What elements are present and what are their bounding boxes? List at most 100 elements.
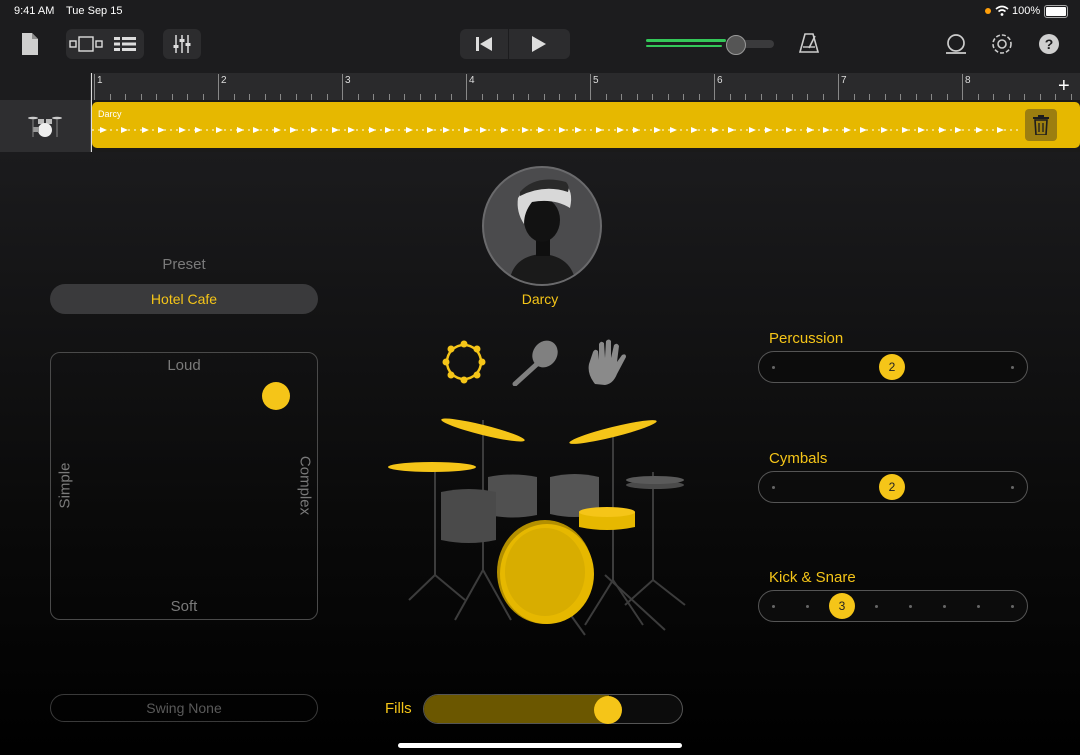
swing-button[interactable]: Swing None (50, 694, 318, 722)
mixer-icon[interactable] (163, 29, 201, 59)
region-hit (464, 127, 471, 133)
settings-icon[interactable] (991, 33, 1013, 60)
region-hit (274, 127, 281, 133)
playhead[interactable] (91, 73, 92, 152)
cymbals-knob[interactable]: 2 (879, 474, 905, 500)
region-hit (955, 127, 962, 133)
loop-icon[interactable] (944, 33, 968, 60)
fills-slider[interactable] (423, 694, 683, 724)
document-icon[interactable] (20, 32, 42, 56)
region-hit (385, 127, 392, 133)
track-header[interactable] (0, 100, 91, 152)
add-section-button[interactable]: + (1058, 76, 1070, 96)
kick-snare-label: Kick & Snare (769, 569, 856, 586)
region-hit (575, 127, 582, 133)
drummer-region[interactable]: Darcy (92, 102, 1080, 148)
region-hit (997, 127, 1004, 133)
region-hit (976, 127, 983, 133)
trash-icon[interactable] (1025, 109, 1057, 141)
region-hit (823, 127, 830, 133)
ruler-bar-number: 6 (717, 75, 723, 86)
home-indicator (398, 743, 682, 748)
region-hit (142, 127, 149, 133)
percussion-label: Percussion (769, 330, 844, 347)
rewind-icon[interactable] (460, 29, 509, 59)
timeline-ruler[interactable]: 1 2 3 4 5 6 7 8 (90, 73, 1080, 100)
pad-label-simple: Simple (56, 462, 74, 509)
region-hit (348, 127, 355, 133)
kick-snare-slider[interactable]: 3 (758, 590, 1028, 622)
region-hit (311, 127, 318, 133)
help-icon[interactable]: ? (1039, 34, 1059, 54)
ruler-bar-number: 2 (221, 75, 227, 86)
region-hit (654, 127, 661, 133)
region-hit (633, 127, 640, 133)
transport-group (460, 29, 570, 59)
volume-slider[interactable] (646, 35, 774, 55)
region-hit (443, 127, 450, 133)
ruler-tick (714, 74, 715, 100)
region-hit (860, 127, 867, 133)
drum-kit-illustration (385, 400, 695, 645)
region-hit (844, 127, 851, 133)
complexity-loudness-pad[interactable]: Loud Soft Simple Complex (50, 352, 318, 620)
region-hit (617, 127, 624, 133)
region-hit (179, 127, 186, 133)
metronome-icon[interactable] (798, 32, 820, 59)
region-hit (670, 127, 677, 133)
region-hit (158, 127, 165, 133)
region-hit (237, 127, 244, 133)
region-hit (939, 127, 946, 133)
region-hit (765, 127, 772, 133)
ruler-bar-number: 1 (97, 75, 103, 86)
region-hit (406, 127, 413, 133)
percussion-knob[interactable]: 2 (879, 354, 905, 380)
region-hit (807, 127, 814, 133)
region-hit (195, 127, 202, 133)
clap-icon[interactable] (585, 338, 629, 391)
region-hit (332, 127, 339, 133)
region-hit (522, 127, 529, 133)
preset-selector[interactable]: Hotel Cafe (50, 284, 318, 314)
region-hit (480, 127, 487, 133)
ruler-spacer (0, 73, 90, 100)
play-icon[interactable] (509, 29, 570, 59)
percussion-slider[interactable]: 2 (758, 351, 1028, 383)
ruler-bar-number: 8 (965, 75, 971, 86)
region-hit (881, 127, 888, 133)
pad-label-loud: Loud (167, 357, 201, 374)
battery-percent: 100% (1012, 5, 1041, 17)
fills-label: Fills (385, 700, 412, 717)
region-hit (100, 127, 107, 133)
ruler-tick (962, 74, 963, 100)
region-hit (749, 127, 756, 133)
ruler-tick (94, 74, 95, 100)
cymbals-slider[interactable]: 2 (758, 471, 1028, 503)
ruler-tick (342, 74, 343, 100)
tracks-view-icon[interactable] (106, 29, 144, 59)
cymbals-label: Cymbals (769, 450, 828, 467)
region-hit (691, 127, 698, 133)
battery-icon (1044, 5, 1068, 18)
ruler-tick (466, 74, 467, 100)
status-time: 9:41 AM (14, 5, 55, 17)
region-hit (501, 127, 508, 133)
region-hit (290, 127, 297, 133)
ruler-tick (838, 74, 839, 100)
view-toggle-icon[interactable] (66, 29, 106, 59)
drummer-avatar[interactable] (482, 166, 602, 286)
region-hit (216, 127, 223, 133)
region-hit (369, 127, 376, 133)
region-hit (902, 127, 909, 133)
ruler-tick (590, 74, 591, 100)
tambourine-icon[interactable] (441, 339, 487, 390)
shaker-icon[interactable] (511, 338, 561, 391)
pad-puck[interactable] (262, 381, 291, 410)
region-hit (559, 127, 566, 133)
region-hit (918, 127, 925, 133)
kick-snare-knob[interactable]: 3 (829, 593, 855, 619)
ruler-bar-number: 3 (345, 75, 351, 86)
region-hit (538, 127, 545, 133)
fills-knob[interactable] (593, 696, 622, 724)
view-buttons-group (66, 29, 144, 59)
